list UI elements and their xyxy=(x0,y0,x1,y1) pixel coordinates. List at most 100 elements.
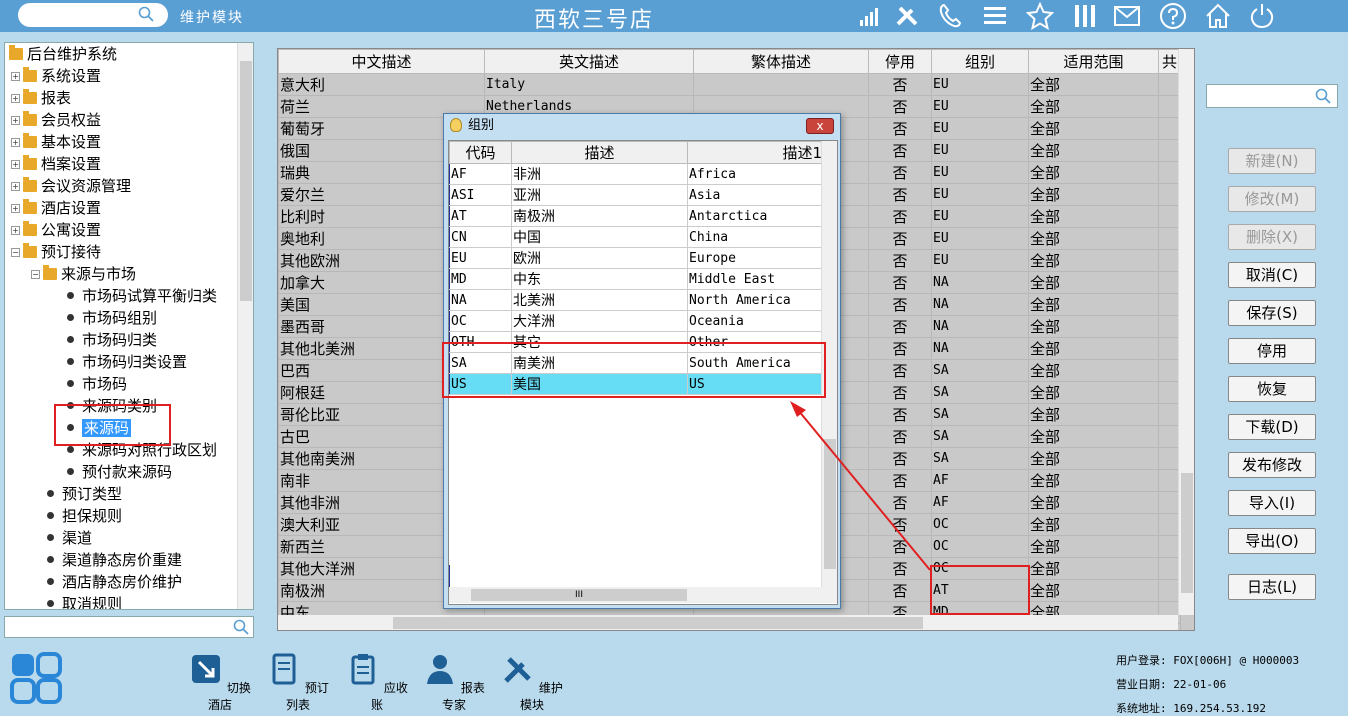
dialog-cell[interactable]: 中东 xyxy=(511,268,688,290)
dialog-cell[interactable]: 非洲 xyxy=(511,163,688,185)
cancel-button[interactable]: 取消(C) xyxy=(1228,262,1316,288)
collapse-icon[interactable]: − xyxy=(11,248,20,257)
table-cell[interactable]: 否 xyxy=(868,425,932,448)
tree-item[interactable]: 取消规则 xyxy=(5,593,122,609)
dialog-row[interactable]: EU 欧洲 Europe xyxy=(449,247,823,269)
dialog-cell[interactable]: NA xyxy=(449,289,512,311)
dialog-column-header[interactable]: 描述 xyxy=(511,141,688,164)
report-expert-button[interactable]: 报表专家 xyxy=(418,652,490,713)
column-header[interactable]: 英文描述 xyxy=(484,49,694,74)
table-cell[interactable]: EU xyxy=(931,205,1029,228)
phone-icon[interactable] xyxy=(935,2,965,30)
expand-icon[interactable]: + xyxy=(11,204,20,213)
expand-icon[interactable]: + xyxy=(11,94,20,103)
table-cell[interactable]: 否 xyxy=(868,491,932,514)
table-cell[interactable]: EU xyxy=(931,95,1029,118)
dialog-row[interactable]: MD 中东 Middle East xyxy=(449,268,823,290)
dialog-cell[interactable]: Oceania xyxy=(687,310,823,332)
table-cell[interactable]: 否 xyxy=(868,557,932,580)
table-cell[interactable]: NA xyxy=(931,271,1029,294)
dialog-cell[interactable]: AF xyxy=(449,163,512,185)
table-cell[interactable]: 全部 xyxy=(1028,491,1159,514)
export-button[interactable]: 导出(O) xyxy=(1228,528,1316,554)
tree-item[interactable]: 预订类型 xyxy=(5,483,122,505)
tree-item[interactable]: + 档案设置 xyxy=(5,153,101,175)
table-cell[interactable]: 全部 xyxy=(1028,315,1159,338)
dialog-column-header[interactable]: 代码 xyxy=(449,141,512,164)
dialog-row[interactable]: AF 非洲 Africa xyxy=(449,163,823,185)
table-cell[interactable]: 全部 xyxy=(1028,161,1159,184)
table-cell[interactable]: 否 xyxy=(868,249,932,272)
import-button[interactable]: 导入(I) xyxy=(1228,490,1316,516)
tree-item[interactable]: 市场码组别 xyxy=(5,307,157,329)
columns-icon[interactable] xyxy=(1070,2,1100,30)
table-cell[interactable]: 否 xyxy=(868,227,932,250)
collapse-icon[interactable]: − xyxy=(31,270,40,279)
tree-item[interactable]: 渠道静态房价重建 xyxy=(5,549,182,571)
expand-icon[interactable]: + xyxy=(11,116,20,125)
column-header[interactable]: 繁体描述 xyxy=(693,49,869,74)
tree-vertical-scrollbar[interactable] xyxy=(237,43,253,609)
receivables-button[interactable]: 应收账 xyxy=(341,652,413,713)
table-cell[interactable]: 全部 xyxy=(1028,73,1159,96)
table-cell[interactable]: Italy xyxy=(484,73,694,96)
table-cell[interactable]: EU xyxy=(931,117,1029,140)
dialog-cell[interactable]: AT xyxy=(449,205,512,227)
table-cell[interactable]: NA xyxy=(931,293,1029,316)
dialog-cell[interactable]: North America xyxy=(687,289,823,311)
table-cell[interactable]: 否 xyxy=(868,205,932,228)
column-header[interactable]: 组别 xyxy=(931,49,1029,74)
table-cell[interactable]: SA xyxy=(931,425,1029,448)
table-cell[interactable]: 全部 xyxy=(1028,95,1159,118)
dialog-cell[interactable]: China xyxy=(687,226,823,248)
dialog-cell[interactable]: OC xyxy=(449,310,512,332)
tree-item[interactable]: + 会员权益 xyxy=(5,109,101,131)
new-button[interactable]: 新建(N) xyxy=(1228,148,1316,174)
table-cell[interactable]: OC xyxy=(931,535,1029,558)
dialog-cell[interactable]: EU xyxy=(449,247,512,269)
tree-item[interactable]: + 系统设置 xyxy=(5,65,101,87)
download-button[interactable]: 下载(D) xyxy=(1228,414,1316,440)
dialog-cell[interactable]: 北美洲 xyxy=(511,289,688,311)
dialog-row[interactable]: OC 大洋洲 Oceania xyxy=(449,310,823,332)
dialog-row[interactable]: NA 北美洲 North America xyxy=(449,289,823,311)
dialog-cell[interactable]: MD xyxy=(449,268,512,290)
tree-item[interactable]: 市场码 xyxy=(5,373,127,395)
side-search-input[interactable] xyxy=(1206,84,1338,108)
table-cell[interactable]: 否 xyxy=(868,139,932,162)
table-cell[interactable]: 否 xyxy=(868,315,932,338)
table-cell[interactable]: 全部 xyxy=(1028,117,1159,140)
home-icon[interactable] xyxy=(1203,2,1233,30)
table-cell[interactable]: 全部 xyxy=(1028,535,1159,558)
table-cell[interactable]: 全部 xyxy=(1028,447,1159,470)
table-cell[interactable]: 否 xyxy=(868,271,932,294)
publish-changes-button[interactable]: 发布修改 xyxy=(1228,452,1316,478)
table-cell[interactable]: EU xyxy=(931,183,1029,206)
table-cell[interactable]: 否 xyxy=(868,447,932,470)
table-cell[interactable]: 否 xyxy=(868,403,932,426)
table-cell[interactable]: 全部 xyxy=(1028,513,1159,536)
table-cell[interactable]: 全部 xyxy=(1028,337,1159,360)
tree-item[interactable]: + 公寓设置 xyxy=(5,219,101,241)
table-cell[interactable]: 意大利 xyxy=(278,73,485,96)
expand-icon[interactable]: + xyxy=(11,72,20,81)
dialog-column-header[interactable]: 描述1 xyxy=(687,141,823,164)
table-cell[interactable]: 否 xyxy=(868,359,932,382)
mail-icon[interactable] xyxy=(1112,2,1142,30)
tools-icon[interactable] xyxy=(893,2,923,30)
table-cell[interactable]: 否 xyxy=(868,535,932,558)
table-cell[interactable]: NA xyxy=(931,315,1029,338)
expand-icon[interactable]: + xyxy=(11,226,20,235)
table-cell[interactable]: 全部 xyxy=(1028,469,1159,492)
table-cell[interactable]: 否 xyxy=(868,95,932,118)
search-icon[interactable] xyxy=(1315,88,1331,104)
dialog-horizontal-scrollbar[interactable]: III xyxy=(449,587,837,603)
expand-icon[interactable]: + xyxy=(11,182,20,191)
edit-button[interactable]: 修改(M) xyxy=(1228,186,1316,212)
dialog-cell[interactable]: ASI xyxy=(449,184,512,206)
tree-search-input[interactable] xyxy=(4,616,254,638)
table-cell[interactable]: 否 xyxy=(868,381,932,404)
table-cell[interactable]: 全部 xyxy=(1028,557,1159,580)
table-cell[interactable]: 否 xyxy=(868,469,932,492)
maintenance-module-button[interactable]: 维护模块 xyxy=(496,652,568,713)
